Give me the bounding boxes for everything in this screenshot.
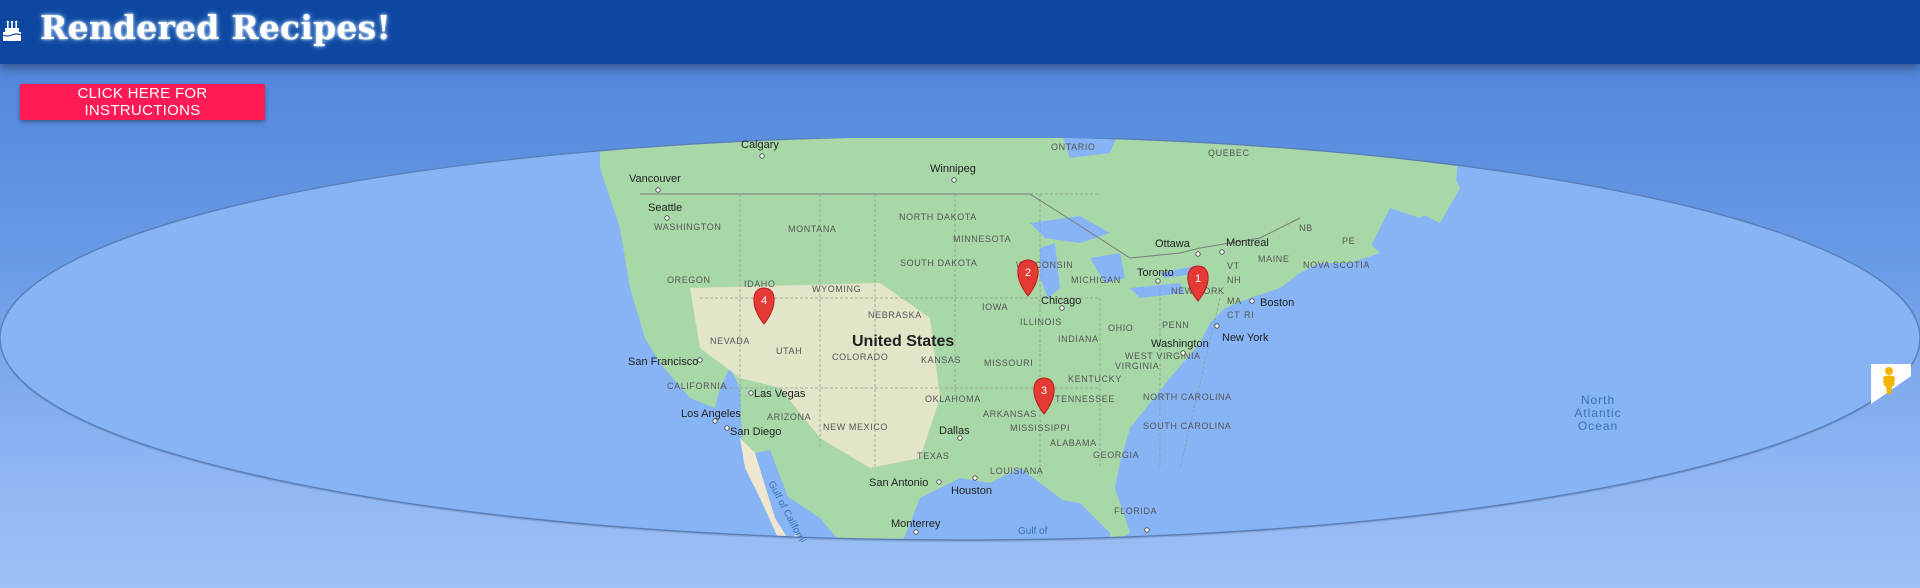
map-region-label: MISSOURI — [984, 358, 1033, 368]
map-city-label: Dallas — [939, 425, 970, 437]
map-region-label: KENTUCKY — [1068, 374, 1122, 384]
map-city-label: San Antonio — [869, 477, 928, 489]
map-region-label: WASHINGTON — [654, 222, 722, 232]
map-region-label: ARIZONA — [767, 412, 811, 422]
map-region-label: COLORADO — [832, 352, 888, 362]
map-city-label: Houston — [951, 485, 992, 497]
marker-label: 1 — [1195, 273, 1201, 285]
map-city-label: San Diego — [730, 426, 781, 438]
app-title: Rendered Recipes! — [40, 8, 392, 47]
marker-label: 4 — [761, 295, 767, 307]
app-header: Rendered Recipes! — [0, 0, 1920, 64]
map-region-label: NH — [1227, 275, 1241, 285]
map-region-label: CT — [1227, 310, 1240, 320]
map-city-label: Washington — [1151, 338, 1209, 350]
map-region-label: PENN — [1162, 320, 1189, 330]
map-region-label: RI — [1244, 310, 1254, 320]
map-region-label: PE — [1342, 236, 1355, 246]
map-region-label: MISSISSIPPI — [1010, 423, 1070, 433]
map-region-label: NOVA SCOTIA — [1303, 260, 1370, 270]
map-region-label: NEBRASKA — [868, 310, 922, 320]
map-city-label: Chicago — [1041, 295, 1081, 307]
map-region-label: UTAH — [776, 346, 802, 356]
map-region-label: LOUISIANA — [990, 466, 1043, 476]
map-canvas[interactable]: Calgary Winnipeg Vancouver Seattle Ottaw… — [0, 135, 1920, 551]
map-city-label: Seattle — [648, 202, 682, 214]
map-city-label: Los Angeles — [681, 408, 741, 420]
cake-icon — [2, 20, 22, 42]
map-country-label: United States — [852, 333, 954, 350]
map-city-label: Calgary — [741, 139, 779, 151]
map-city-label: Boston — [1260, 297, 1294, 309]
map-region-label: SOUTH DAKOTA — [900, 258, 978, 268]
map-region-label: IDAHO — [744, 279, 776, 289]
map-region-label: NORTH DAKOTA — [899, 212, 977, 222]
ocean-label: North Atlantic Ocean — [1550, 394, 1646, 433]
map-region-label: QUEBEC — [1208, 148, 1250, 158]
map-gulf-label: Gulf of — [1018, 526, 1048, 537]
map-region-label: IOWA — [982, 302, 1008, 312]
map-region-label: NORTH CAROLINA — [1143, 392, 1232, 402]
map-region-label: OHIO — [1108, 323, 1133, 333]
map-region-label: ONTARIO — [1051, 142, 1096, 152]
pegman-icon[interactable] — [1878, 366, 1900, 396]
map-region-label: NB — [1299, 223, 1313, 233]
map-city-label: New York — [1222, 332, 1269, 344]
map-region-label: MA — [1227, 296, 1242, 306]
map-city-label: Toronto — [1137, 267, 1174, 279]
map-city-label: San Francisco — [628, 356, 698, 368]
map[interactable]: Calgary Winnipeg Vancouver Seattle Ottaw… — [0, 135, 1920, 551]
map-city-label: Monterrey — [891, 518, 941, 530]
map-region-label: TENNESSEE — [1055, 394, 1115, 404]
map-region-label: OREGON — [667, 275, 711, 285]
map-city-label: Ottawa — [1155, 238, 1191, 250]
map-region-label: MICHIGAN — [1071, 275, 1121, 285]
map-city-label: Montreal — [1226, 237, 1269, 249]
map-region-label: ILLINOIS — [1020, 317, 1062, 327]
map-region-label: NEVADA — [710, 336, 750, 346]
map-region-label: ARKANSAS — [983, 409, 1037, 419]
map-region-label: WEST VIRGINIA — [1125, 351, 1201, 361]
map-city-label: Las Vegas — [754, 388, 806, 400]
map-region-label: OKLAHOMA — [925, 394, 981, 404]
map-region-label: VIRGINIA — [1115, 361, 1159, 371]
map-region-label: NEW MEXICO — [823, 422, 888, 432]
map-city-label: Winnipeg — [930, 163, 976, 175]
map-region-label: ALABAMA — [1050, 438, 1097, 448]
instructions-button[interactable]: CLICK HERE FOR INSTRUCTIONS — [20, 84, 265, 120]
map-region-label: GEORGIA — [1093, 450, 1139, 460]
map-city-label: Vancouver — [629, 173, 681, 185]
map-region-label: MONTANA — [788, 224, 837, 234]
map-region-label: MINNESOTA — [953, 234, 1011, 244]
map-region-label: KANSAS — [921, 355, 961, 365]
map-region-label: MAINE — [1258, 254, 1290, 264]
map-region-label: FLORIDA — [1114, 506, 1157, 516]
marker-label: 2 — [1025, 267, 1031, 279]
map-region-label: TEXAS — [917, 451, 950, 461]
ocean-label-line: Ocean — [1577, 419, 1619, 433]
map-region-label: CALIFORNIA — [667, 381, 727, 391]
map-region-label: INDIANA — [1058, 334, 1099, 344]
map-region-label: SOUTH CAROLINA — [1143, 421, 1231, 431]
marker-label: 3 — [1041, 385, 1047, 397]
map-region-label: VT — [1227, 261, 1240, 271]
map-region-label: WYOMING — [812, 284, 861, 294]
